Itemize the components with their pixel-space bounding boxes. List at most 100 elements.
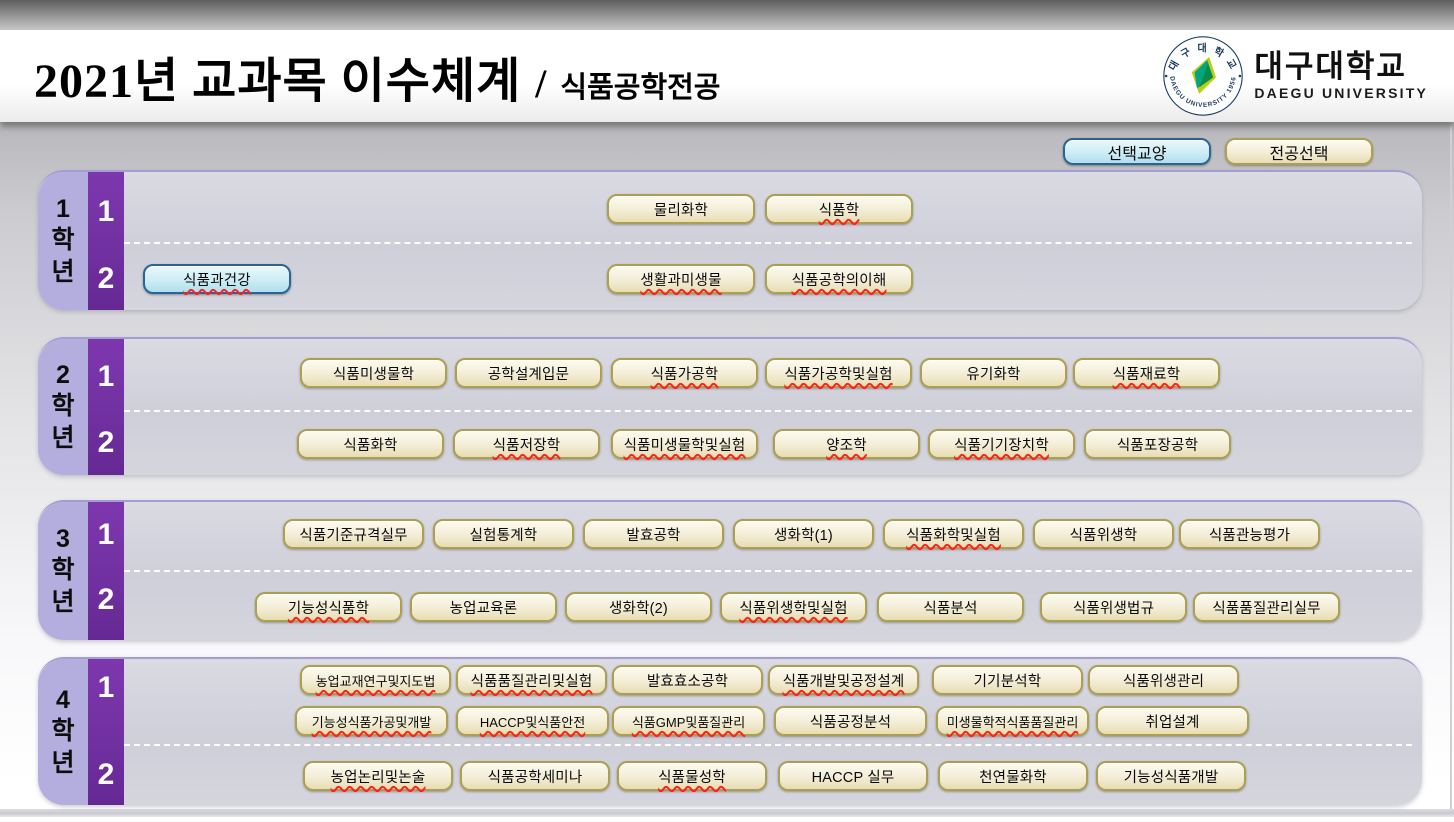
- course-button[interactable]: 식품물성학: [617, 761, 767, 791]
- course-label: 농업논리및논술: [331, 766, 426, 787]
- course-button[interactable]: HACCP 실무: [778, 761, 928, 791]
- year-label-char: 1: [56, 196, 70, 224]
- university-name-ko: 대구대학교: [1254, 51, 1428, 82]
- course-label: HACCP 실무: [812, 766, 895, 787]
- course-button[interactable]: 식품포장공학: [1084, 429, 1231, 459]
- course-button[interactable]: 생활과미생물: [607, 264, 755, 294]
- course-button[interactable]: 기능성식품개발: [1096, 761, 1246, 791]
- course-button[interactable]: 미생물학적식품품질관리: [936, 706, 1089, 736]
- semester-number: 2: [88, 428, 124, 458]
- semester-divider: [124, 744, 1412, 746]
- year-label: 2학년: [38, 339, 88, 475]
- semester-number: 2: [88, 585, 124, 615]
- course-button[interactable]: 식품분석: [877, 592, 1024, 622]
- year-label-char: 년: [51, 425, 74, 453]
- course-button[interactable]: 식품가공학: [611, 358, 758, 388]
- course-button[interactable]: 식품관능평가: [1179, 519, 1320, 549]
- course-button[interactable]: 식품품질관리및실험: [456, 665, 607, 695]
- semester-strip: 12: [88, 339, 124, 475]
- course-button[interactable]: 기능성식품가공및개발: [295, 706, 448, 736]
- university-name-en: DAEGU UNIVERSITY: [1254, 85, 1428, 101]
- course-button[interactable]: 식품화학및실험: [883, 519, 1024, 549]
- year-label-char: 학: [51, 557, 74, 585]
- year-label: 4학년: [38, 659, 88, 805]
- course-button[interactable]: 식품학: [765, 194, 913, 224]
- course-button[interactable]: 물리화학: [607, 194, 755, 224]
- course-button[interactable]: 식품기기장치학: [928, 429, 1075, 459]
- course-label: 식품물성학: [658, 766, 726, 787]
- title-separator: /: [535, 60, 546, 107]
- course-button[interactable]: 양조학: [773, 429, 920, 459]
- course-label: 농업교재연구및지도법: [316, 671, 436, 690]
- semester-strip: 12: [88, 502, 124, 640]
- course-button[interactable]: 식품과건강: [143, 264, 291, 294]
- course-label: 식품가공학및실험: [784, 363, 892, 384]
- course-label: 식품공학세미나: [488, 766, 583, 787]
- course-button[interactable]: 식품개발및공정설계: [768, 665, 919, 695]
- course-button[interactable]: 발효공학: [583, 519, 724, 549]
- page-subtitle: 식품공학전공: [560, 64, 720, 106]
- course-button[interactable]: 생화학(1): [733, 519, 874, 549]
- course-label: HACCP및식품안전: [480, 712, 585, 731]
- semester-number: 1: [88, 362, 124, 392]
- course-button[interactable]: 기능성식품학: [255, 592, 402, 622]
- course-label: 식품학: [819, 199, 860, 220]
- course-button[interactable]: 식품기준규격실무: [283, 519, 424, 549]
- course-label: 식품미생물학및실험: [624, 434, 746, 455]
- course-label: 식품기준규격실무: [299, 524, 407, 545]
- course-button[interactable]: HACCP및식품안전: [456, 706, 609, 736]
- course-button[interactable]: 식품공학세미나: [460, 761, 610, 791]
- course-label: 취업설계: [1145, 711, 1199, 732]
- year-label: 1학년: [38, 172, 88, 310]
- course-label: 식품과건강: [183, 269, 251, 290]
- title-text: 2021년 교과목 이수체계: [34, 41, 521, 111]
- course-label: 생화학(2): [609, 597, 668, 618]
- course-button[interactable]: 농업교육론: [410, 592, 557, 622]
- course-label: 농업교육론: [450, 597, 518, 618]
- course-label: 식품위생관리: [1123, 670, 1204, 691]
- course-button[interactable]: 식품위생법규: [1040, 592, 1187, 622]
- legend-major-button[interactable]: 전공선택: [1225, 138, 1373, 165]
- course-label: 식품공정분석: [810, 711, 891, 732]
- course-label: 식품위생학및실험: [739, 597, 847, 618]
- course-label: 유기화학: [966, 363, 1020, 384]
- year-panel-3: 3학년12식품기준규격실무실험통계학발효공학생화학(1)식품화학및실험식품위생학…: [38, 500, 1422, 640]
- university-wordmark: 대구대학교 DAEGU UNIVERSITY: [1254, 51, 1428, 101]
- course-button[interactable]: 공학설계입문: [455, 358, 602, 388]
- course-button[interactable]: 천연물화학: [938, 761, 1088, 791]
- year-panel-1: 1학년1 2 물리화학 식품학식품과건강 생활과미생물 식품공학의이해: [38, 170, 1422, 310]
- course-label: 식품기기장치학: [954, 434, 1049, 455]
- semester-number: 2: [88, 264, 124, 294]
- course-button[interactable]: 식품위생학및실험: [720, 592, 867, 622]
- course-button[interactable]: 식품GMP및품질관리: [612, 706, 765, 736]
- course-button[interactable]: 식품품질관리실무: [1193, 592, 1340, 622]
- course-label: 양조학: [826, 434, 867, 455]
- course-label: 식품GMP및품질관리: [632, 712, 745, 731]
- course-button[interactable]: 유기화학: [920, 358, 1067, 388]
- course-button[interactable]: 기기분석학: [932, 665, 1083, 695]
- course-button[interactable]: 발효효소공학: [612, 665, 763, 695]
- legend-elective-button[interactable]: 선택교양: [1063, 138, 1211, 165]
- course-button[interactable]: 생화학(2): [565, 592, 712, 622]
- course-label: 기기분석학: [974, 670, 1042, 691]
- year-label: 3학년: [38, 502, 88, 640]
- course-button[interactable]: 농업교재연구및지도법: [300, 665, 451, 695]
- course-button[interactable]: 식품재료학: [1073, 358, 1220, 388]
- course-button[interactable]: 식품저장학: [453, 429, 600, 459]
- course-button[interactable]: 실험통계학: [433, 519, 574, 549]
- course-button[interactable]: 식품가공학및실험: [765, 358, 912, 388]
- course-button[interactable]: 농업논리및논술: [303, 761, 453, 791]
- semester-divider: [124, 410, 1412, 412]
- course-label: 발효효소공학: [647, 670, 728, 691]
- course-button[interactable]: 식품미생물학및실험: [611, 429, 758, 459]
- course-button[interactable]: 식품미생물학: [300, 358, 447, 388]
- course-button[interactable]: 식품공학의이해: [765, 264, 913, 294]
- semester-divider: [124, 570, 1412, 572]
- course-label: 생활과미생물: [640, 269, 721, 290]
- course-button[interactable]: 식품화학: [297, 429, 444, 459]
- course-button[interactable]: 식품위생학: [1033, 519, 1174, 549]
- course-button[interactable]: 식품공정분석: [774, 706, 927, 736]
- course-label: 식품저장학: [493, 434, 561, 455]
- course-button[interactable]: 식품위생관리: [1088, 665, 1239, 695]
- course-button[interactable]: 취업설계: [1096, 706, 1249, 736]
